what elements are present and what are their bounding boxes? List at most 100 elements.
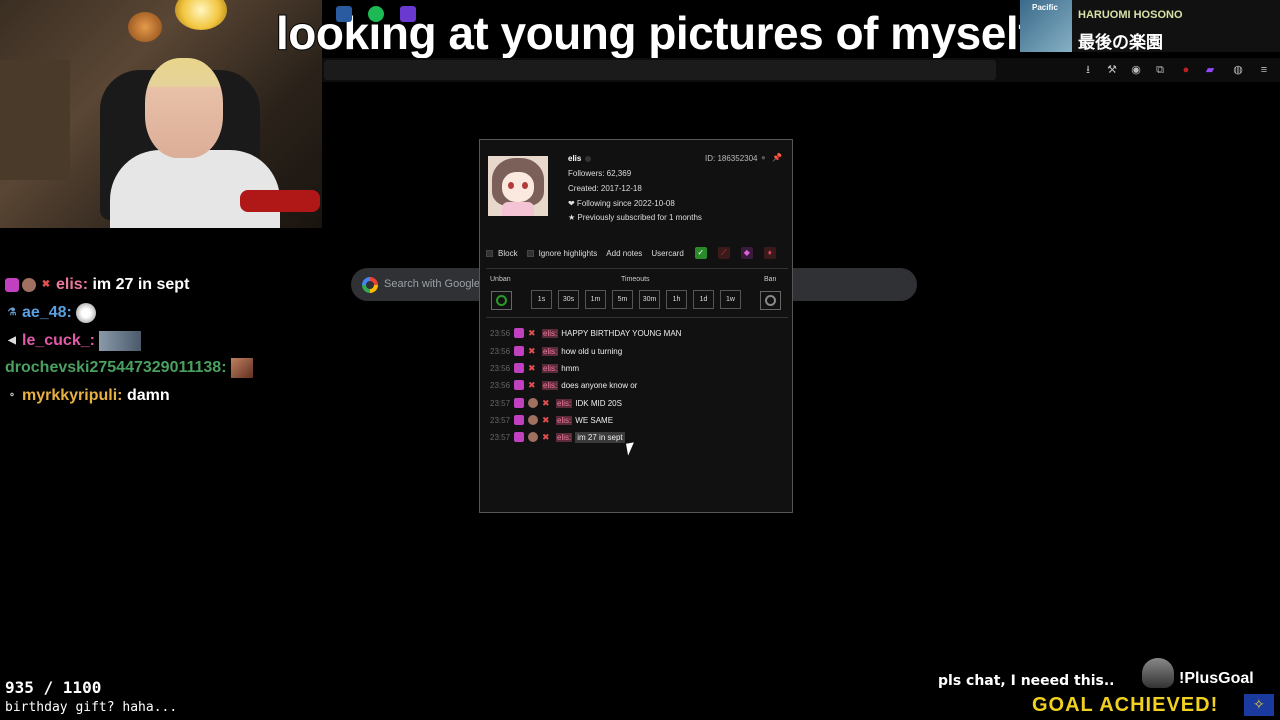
spotify-icon[interactable] (368, 6, 384, 22)
chat-message: im 27 in sept (92, 276, 190, 293)
vip-icon[interactable]: ✓ (694, 247, 707, 259)
message-username[interactable]: elis: (556, 398, 573, 408)
message-time: 23:56 (490, 328, 511, 338)
message-row: 23:56 ✖ elis: HAPPY BIRTHDAY YOUNG MAN (490, 326, 681, 340)
troll-face-emote (75, 303, 96, 323)
moderator-badge-icon: ✖ (542, 398, 550, 408)
message-row: 23:56 ✖ elis: how old u turning (490, 344, 622, 358)
message-row: 23:56 ✖ elis: hmm (490, 361, 579, 375)
gem-icon[interactable]: ◆ (740, 247, 753, 259)
record-icon[interactable]: ● (1178, 62, 1194, 78)
usercard-id: ID: 186352304 (705, 154, 758, 163)
usercard-link[interactable]: Usercard (651, 249, 683, 258)
message-username[interactable]: elis: (542, 328, 559, 338)
avatar-face (502, 172, 534, 202)
pin-icon[interactable]: 📌 (772, 153, 782, 162)
message-username[interactable]: elis: (542, 346, 559, 356)
eu-flag-icon (1244, 694, 1274, 716)
stream-caption: looking at young pictures of myself (275, 6, 1034, 60)
message-row: 23:56 ✖ elis: does anyone know or (490, 378, 637, 392)
message-time: 23:57 (490, 415, 511, 425)
album-text: Pacific (1032, 3, 1058, 12)
menu-icon[interactable]: ≡ (1256, 62, 1272, 78)
chat-username[interactable]: drochevski275447329011138 (5, 359, 221, 377)
message-text: hmm (561, 363, 580, 373)
message-time: 23:56 (490, 380, 511, 390)
lamp-small (128, 12, 162, 42)
timeout-30s-button[interactable]: 30s (558, 290, 579, 309)
now-playing-widget: Pacific HARUOMI HOSONO 最後の楽園 (1020, 0, 1280, 52)
moderator-badge-icon: ✖ (528, 380, 536, 390)
timeout-1m-button[interactable]: 1m (585, 290, 606, 309)
sub-badge-icon (5, 278, 19, 292)
unban-button[interactable] (491, 291, 512, 310)
message-text: IDK MID 20S (575, 398, 622, 408)
mod-sword-icon[interactable]: ⟋ (717, 247, 730, 259)
emote-badge-icon (528, 398, 539, 408)
status-dot (585, 155, 592, 162)
message-username[interactable]: elis: (556, 432, 573, 442)
message-username[interactable]: elis: (556, 415, 573, 425)
gamepad-icon[interactable]: ◍ (1230, 62, 1246, 78)
wrench-badge-icon: ⚗ (7, 307, 17, 318)
moderator-badge-icon: ✖ (528, 328, 536, 338)
message-text-selected: im 27 in sept (575, 431, 625, 443)
ignore-check-box[interactable] (526, 249, 534, 257)
ban-button[interactable] (760, 291, 781, 310)
message-time: 23:57 (490, 398, 511, 408)
search-placeholder: Search with Google or (384, 278, 493, 290)
timeout-5m-button[interactable]: 5m (612, 290, 633, 309)
download-icon[interactable]: ⭳ (1080, 62, 1096, 78)
timeout-1w-button[interactable]: 1w (720, 290, 741, 309)
add-notes-link[interactable]: Add notes (606, 249, 642, 258)
ban-label: Ban (764, 276, 777, 283)
chat-line: ∘ myrkkyripuli: damn (5, 385, 170, 407)
timeout-1s-button[interactable]: 1s (531, 290, 552, 309)
mute-badge-icon: ◀ (8, 335, 16, 346)
emote-badge-icon (528, 432, 539, 442)
tab-icon-1[interactable] (336, 6, 352, 22)
timeout-1d-button[interactable]: 1d (693, 290, 714, 309)
moderator-badge-icon: ✖ (528, 363, 536, 373)
emote-badge-icon (528, 415, 539, 425)
chat-username[interactable]: le_cuck_ (22, 332, 90, 350)
message-username[interactable]: elis: (542, 363, 559, 373)
calendar-icon[interactable] (400, 6, 416, 22)
now-playing-song: 最後の楽園 (1078, 33, 1163, 52)
wrench-icon[interactable]: ⚒ (1104, 62, 1120, 78)
block-checkbox[interactable]: Block (486, 249, 518, 258)
address-bar[interactable] (324, 60, 996, 80)
sub-badge-icon (514, 346, 525, 356)
unban-label: Unban (490, 276, 511, 283)
usercard-followers: Followers: 62,369 (568, 169, 632, 178)
sub-badge-icon (514, 398, 525, 408)
moderator-badge-icon: ✖ (528, 346, 536, 356)
sub-badge-icon (514, 363, 525, 373)
chat-username[interactable]: myrkkyripuli (22, 387, 117, 405)
message-time: 23:56 (490, 346, 511, 356)
chat-username[interactable]: ae_48 (22, 304, 67, 322)
sub-badge-icon (514, 415, 525, 425)
timeouts-label: Timeouts (621, 276, 650, 283)
message-time: 23:57 (490, 432, 511, 442)
chat-message: damn (126, 387, 170, 404)
usercard-name[interactable]: elis (568, 154, 592, 163)
account-icon[interactable]: ◉ (1128, 62, 1144, 78)
twitch-icon[interactable]: ▰ (1202, 62, 1218, 78)
google-icon (362, 277, 378, 293)
usercard-following: ❤ Following since 2022-10-08 (568, 199, 675, 208)
ignore-highlights-checkbox[interactable]: Ignore highlights (526, 249, 597, 258)
divider (486, 317, 788, 318)
message-username[interactable]: elis: (542, 380, 559, 390)
copy-icon[interactable]: ● (761, 153, 766, 162)
chat-username[interactable]: elis (56, 276, 83, 294)
timeout-1h-button[interactable]: 1h (666, 290, 687, 309)
block-check-box[interactable] (486, 249, 493, 257)
timeout-30m-button[interactable]: 30m (639, 290, 660, 309)
extensions-icon[interactable]: ⧉ (1152, 62, 1168, 78)
diamond-icon[interactable]: ♦ (763, 247, 776, 259)
message-row: 23:57 ✖ elis: WE SAME (490, 413, 613, 427)
message-row: 23:57 ✖ elis: im 27 in sept (490, 430, 625, 444)
photo-emote (98, 331, 141, 351)
usercard-options: Block Ignore highlights Add notes Userca… (486, 247, 776, 259)
